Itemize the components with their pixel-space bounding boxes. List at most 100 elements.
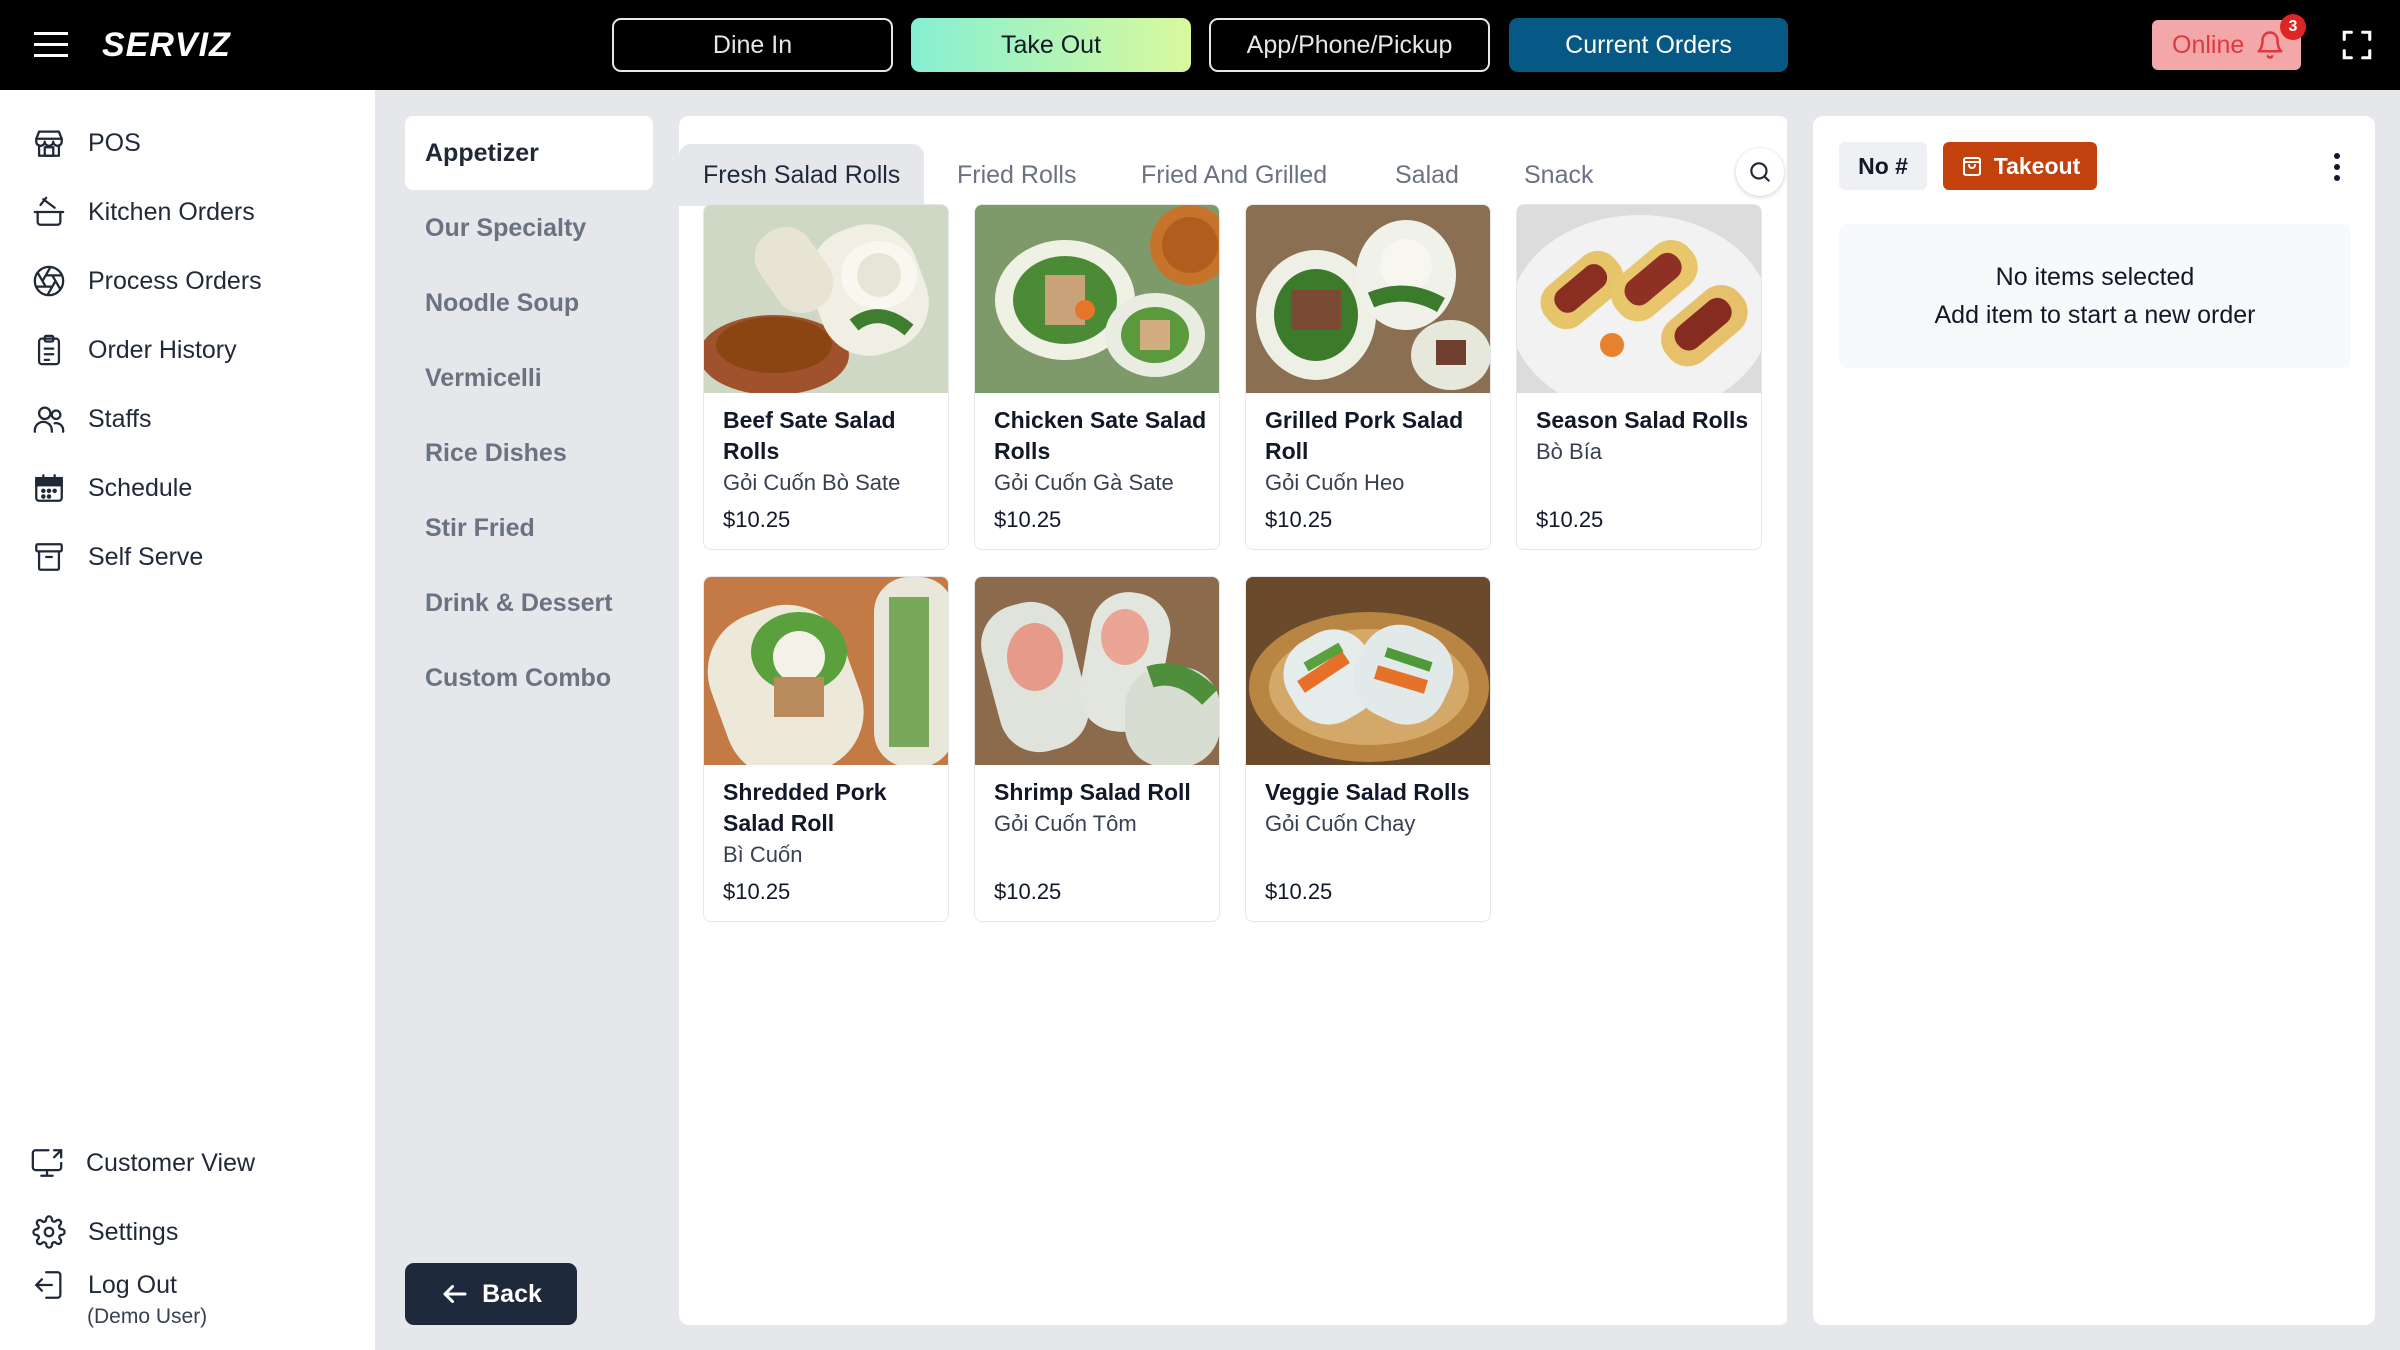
bell-icon <box>2255 30 2285 60</box>
category-stir-fried[interactable]: Stir Fried <box>405 491 653 565</box>
hamburger-menu-icon[interactable] <box>32 27 72 63</box>
category-drink-dessert[interactable]: Drink & Dessert <box>405 566 653 640</box>
item-name: Shrimp Salad Roll Gỏi Cuốn Tôm <box>994 777 1209 839</box>
item-name: Season Salad Rolls Bò Bía <box>1536 405 1751 467</box>
food-image <box>704 205 948 393</box>
category-custom-combo[interactable]: Custom Combo <box>405 641 653 715</box>
calendar-icon <box>32 471 66 505</box>
menu-card: Fresh Salad Rolls Fried Rolls Fried And … <box>679 116 1789 1325</box>
item-price: $10.25 <box>1265 879 1333 904</box>
store-icon <box>32 126 66 160</box>
item-name: Shredded Pork Salad Roll Bì Cuốn <box>723 777 938 870</box>
current-orders-button[interactable]: Current Orders <box>1509 18 1788 72</box>
app-phone-pickup-button[interactable]: App/Phone/Pickup <box>1209 18 1490 72</box>
item-subtitle: Gỏi Cuốn Tôm <box>994 811 1137 836</box>
nav-item-schedule[interactable]: Schedule <box>32 465 192 511</box>
nav-item-staffs[interactable]: Staffs <box>32 396 151 442</box>
menu-item-card[interactable]: Season Salad Rolls Bò Bía $10.25 <box>1516 204 1762 550</box>
menu-item-card[interactable]: Shredded Pork Salad Roll Bì Cuốn $10.25 <box>703 576 949 922</box>
category-vermicelli[interactable]: Vermicelli <box>405 341 653 415</box>
nav-item-kitchen-orders[interactable]: Kitchen Orders <box>32 189 255 235</box>
item-name: Chicken Sate Salad Rolls Gỏi Cuốn Gà Sat… <box>994 405 1209 498</box>
subtab-fried-rolls[interactable]: Fried Rolls <box>957 144 1076 206</box>
food-image <box>1246 577 1490 765</box>
search-button[interactable] <box>1736 148 1784 196</box>
item-subtitle: Bò Bía <box>1536 439 1603 464</box>
take-out-button[interactable]: Take Out <box>911 18 1191 72</box>
empty-line-1: No items selected <box>1995 263 2195 291</box>
menu-item-card[interactable]: Chicken Sate Salad Rolls Gỏi Cuốn Gà Sat… <box>974 204 1220 550</box>
nav-item-settings[interactable]: Settings <box>32 1209 178 1255</box>
item-price: $10.25 <box>1536 507 1604 532</box>
dine-in-button[interactable]: Dine In <box>612 18 893 72</box>
food-image <box>975 577 1219 765</box>
nav-item-process-orders[interactable]: Process Orders <box>32 258 262 304</box>
food-image <box>704 577 948 765</box>
clipboard-list-icon <box>32 333 66 367</box>
aperture-icon <box>32 264 66 298</box>
arrow-left-icon <box>440 1279 470 1309</box>
shopping-bag-icon <box>1960 154 1984 178</box>
search-icon <box>1747 159 1773 185</box>
menu-item-card[interactable]: Beef Sate Salad Rolls Gỏi Cuốn Bò Sate $… <box>703 204 949 550</box>
back-label: Back <box>482 1279 542 1308</box>
nav-item-label: Kitchen Orders <box>88 197 255 226</box>
nav-item-label: Process Orders <box>88 266 262 295</box>
empty-order-message: No items selected Add item to start a ne… <box>1839 224 2351 368</box>
item-name: Grilled Pork Salad Roll Gỏi Cuốn Heo <box>1265 405 1480 498</box>
category-appetizer[interactable]: Appetizer <box>405 116 653 190</box>
subtab-salad[interactable]: Salad <box>1395 144 1459 206</box>
subtab-fresh-salad-rolls[interactable]: Fresh Salad Rolls <box>679 144 925 206</box>
nav-item-log-out[interactable]: Log Out <box>32 1262 177 1308</box>
order-panel: No # Takeout No items selected Add item … <box>1787 90 2400 1350</box>
takeout-label: Takeout <box>1993 152 2081 179</box>
nav-item-order-history[interactable]: Order History <box>32 327 237 373</box>
nav-item-label: Log Out <box>88 1270 177 1299</box>
menu-item-card[interactable]: Veggie Salad Rolls Gỏi Cuốn Chay $10.25 <box>1245 576 1491 922</box>
fullscreen-icon[interactable] <box>2340 28 2374 62</box>
order-number-button[interactable]: No # <box>1839 142 1927 190</box>
nav-item-label: Schedule <box>88 473 193 502</box>
item-subtitle: Bì Cuốn <box>723 842 803 867</box>
left-navigation: POS Kitchen Orders Process Orders Order … <box>0 90 375 1350</box>
demo-user-label: (Demo User) <box>87 1305 208 1328</box>
item-price: $10.25 <box>994 507 1062 532</box>
nav-item-self-serve[interactable]: Self Serve <box>32 534 203 580</box>
notification-badge: 3 <box>2280 14 2306 40</box>
back-button[interactable]: Back <box>405 1263 577 1325</box>
log-out-icon <box>32 1268 66 1302</box>
item-name: Beef Sate Salad Rolls Gỏi Cuốn Bò Sate <box>723 405 938 498</box>
category-our-specialty[interactable]: Our Specialty <box>405 191 653 265</box>
nav-item-label: POS <box>88 128 141 157</box>
cooking-pot-icon <box>32 195 66 229</box>
item-subtitle: Gỏi Cuốn Chay <box>1265 811 1416 836</box>
users-icon <box>32 402 66 436</box>
monitor-share-icon <box>30 1146 64 1180</box>
item-name: Veggie Salad Rolls Gỏi Cuốn Chay <box>1265 777 1480 839</box>
menu-item-card[interactable]: Shrimp Salad Roll Gỏi Cuốn Tôm $10.25 <box>974 576 1220 922</box>
item-price: $10.25 <box>723 507 791 532</box>
category-noodle-soup[interactable]: Noodle Soup <box>405 266 653 340</box>
category-rice-dishes[interactable]: Rice Dishes <box>405 416 653 490</box>
item-subtitle: Gỏi Cuốn Gà Sate <box>994 470 1174 495</box>
more-options-icon[interactable] <box>2325 150 2349 184</box>
nav-item-pos[interactable]: POS <box>32 120 141 166</box>
nav-item-label: Customer View <box>86 1148 256 1177</box>
category-column: Appetizer Our Specialty Noodle Soup Verm… <box>375 90 677 1350</box>
item-price: $10.25 <box>723 879 791 904</box>
nav-item-label: Staffs <box>88 404 152 433</box>
menu-panel: Fresh Salad Rolls Fried Rolls Fried And … <box>677 90 1789 1350</box>
nav-item-customer-view[interactable]: Customer View <box>30 1140 255 1186</box>
takeout-button[interactable]: Takeout <box>1943 142 2097 190</box>
food-image <box>1517 205 1761 393</box>
item-price: $10.25 <box>994 879 1062 904</box>
empty-line-2: Add item to start a new order <box>1934 301 2256 329</box>
nav-item-label: Settings <box>88 1217 179 1246</box>
gear-icon <box>32 1215 66 1249</box>
nav-item-label: Self Serve <box>88 542 204 571</box>
item-price: $10.25 <box>1265 507 1333 532</box>
menu-item-card[interactable]: Grilled Pork Salad Roll Gỏi Cuốn Heo $10… <box>1245 204 1491 550</box>
online-status-button[interactable]: Online <box>2152 20 2301 70</box>
subtab-fried-and-grilled[interactable]: Fried And Grilled <box>1141 144 1327 206</box>
subtab-snack[interactable]: Snack <box>1524 144 1593 206</box>
